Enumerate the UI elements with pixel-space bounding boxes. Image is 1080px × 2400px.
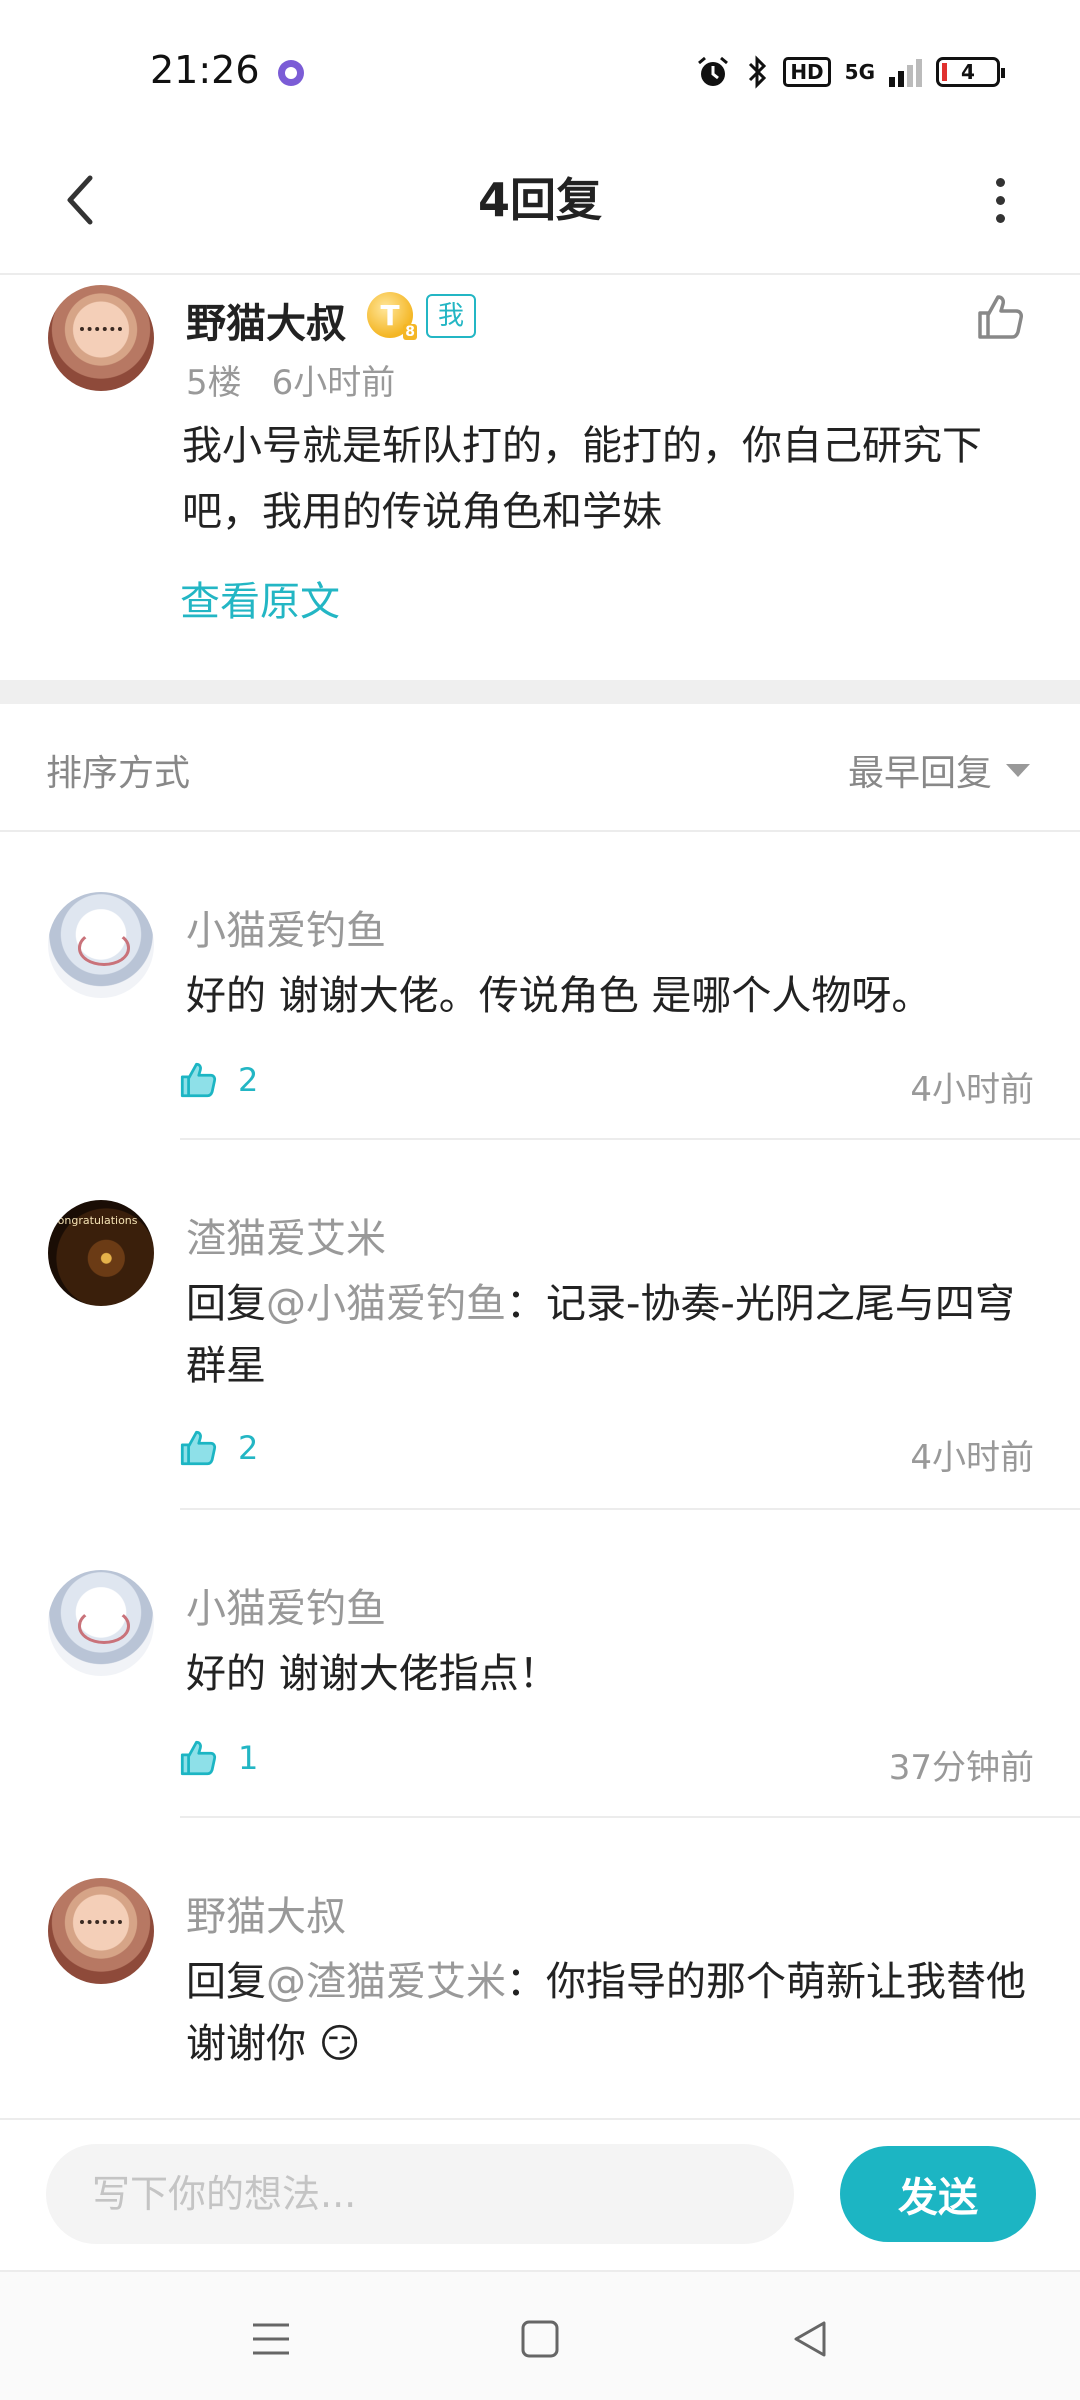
reply-like-button[interactable]: 2: [176, 1426, 258, 1470]
reply-content: 好的 谢谢大佬。传说角色 是哪个人物呀。: [186, 973, 932, 1019]
reply-item: 小猫爱钓鱼 好的 谢谢大佬指点！ 1 37分钟前: [0, 1510, 1080, 1820]
floor-number: 5楼: [186, 363, 242, 403]
like-button[interactable]: [972, 289, 1028, 345]
me-badge: 我: [426, 294, 477, 338]
mention-link[interactable]: @渣猫爱艾米: [266, 1959, 506, 2005]
reply-author-name[interactable]: 小猫爱钓鱼: [186, 898, 386, 956]
reply-like-button[interactable]: 2: [176, 1058, 258, 1102]
reply-item: 渣猫爱艾米 回复@小猫爱钓鱼：记录-协奏-光阴之尾与四穹群星 2 4小时前: [0, 1140, 1080, 1510]
reply-author-name[interactable]: 小猫爱钓鱼: [186, 1576, 386, 1634]
avatar[interactable]: [48, 285, 154, 391]
top-app-bar: 4回复: [0, 130, 1080, 275]
battery-icon: 4: [936, 57, 1005, 87]
avatar[interactable]: [48, 1200, 154, 1306]
sort-dropdown[interactable]: 最早回复: [848, 744, 1030, 796]
signal-icon: [889, 57, 922, 87]
reply-author-name[interactable]: 野猫大叔: [186, 1884, 346, 1942]
caret-down-icon: [1006, 763, 1030, 777]
home-button[interactable]: [505, 2304, 575, 2374]
status-time: 21:26: [150, 48, 260, 92]
menu-icon: [253, 2323, 289, 2355]
sort-value: 最早回复: [847, 753, 992, 794]
status-bar: 21:26 HD 5G 4: [0, 0, 1080, 130]
triangle-back-icon: [794, 2321, 826, 2357]
reply-content: 回复@渣猫爱艾米：你指导的那个萌新让我替他谢谢你 😏: [186, 1959, 1026, 2067]
reply-like-button[interactable]: 1: [176, 1736, 258, 1780]
comment-input[interactable]: [46, 2144, 794, 2244]
more-vertical-icon: [995, 177, 1005, 187]
avatar[interactable]: [48, 1570, 154, 1676]
like-count: 1: [238, 1739, 259, 1777]
comment-bar: 发送: [0, 2118, 1080, 2270]
post-time: 6小时前: [271, 363, 396, 403]
square-icon: [521, 2320, 559, 2358]
avatar[interactable]: [48, 892, 154, 998]
reply-time: 4小时前: [910, 1438, 1034, 1478]
like-count: 2: [238, 1429, 259, 1467]
post-content: 我小号就是斩队打的，能打的，你自己研究下吧，我用的传说角色和学妹: [182, 423, 982, 535]
status-icons: HD 5G 4: [695, 50, 1005, 94]
avatar[interactable]: [48, 1878, 154, 1984]
reply-time: 37分钟前: [888, 1748, 1034, 1788]
sort-label: 排序方式: [46, 753, 191, 794]
send-button[interactable]: 发送: [840, 2146, 1036, 2242]
thumbs-up-icon: [180, 1062, 217, 1098]
page-title: 4回复: [477, 173, 602, 227]
thumbs-up-icon: [180, 1430, 217, 1466]
view-original-link[interactable]: 查看原文: [180, 569, 340, 627]
alarm-icon: [698, 56, 729, 86]
sort-bar: 排序方式 最早回复: [0, 704, 1080, 832]
mention-link[interactable]: @小猫爱钓鱼: [266, 1281, 506, 1327]
reply-time: 4小时前: [910, 1070, 1034, 1110]
reply-content: 回复@小猫爱钓鱼：记录-协奏-光阴之尾与四穹群星: [186, 1281, 1015, 1389]
original-post: 野猫大叔 T8 我 5楼 6小时前 我小号就是斩队打的，能打的，你自己研究下吧，我…: [0, 277, 1080, 680]
hd-icon: HD: [783, 57, 831, 87]
more-options-button[interactable]: [960, 160, 1040, 240]
reply-item: 野猫大叔 回复@渣猫爱艾米：你指导的那个萌新让我替他谢谢你 😏: [0, 1818, 1080, 2118]
reply-item: 小猫爱钓鱼 好的 谢谢大佬。传说角色 是哪个人物呀。 2 4小时前: [0, 832, 1080, 1142]
network-type-label: 5G: [844, 60, 875, 84]
thumbs-up-icon: [180, 1740, 217, 1776]
like-count: 2: [238, 1061, 259, 1099]
battery-level: 4: [961, 60, 975, 84]
notification-app-icon: [278, 60, 304, 86]
post-author-name[interactable]: 野猫大叔: [186, 291, 346, 349]
thumbs-up-icon: [978, 295, 1023, 339]
post-meta: 5楼 6小时前: [186, 355, 395, 404]
section-divider: [0, 680, 1080, 704]
system-navigation-bar: [0, 2270, 1080, 2400]
level-badge-icon: T8: [367, 292, 417, 340]
recent-apps-button[interactable]: [236, 2304, 306, 2374]
reply-author-name[interactable]: 渣猫爱艾米: [186, 1206, 386, 1264]
bluetooth-icon: [749, 55, 767, 89]
back-nav-button[interactable]: [775, 2304, 845, 2374]
reply-content: 好的 谢谢大佬指点！: [186, 1651, 559, 1697]
